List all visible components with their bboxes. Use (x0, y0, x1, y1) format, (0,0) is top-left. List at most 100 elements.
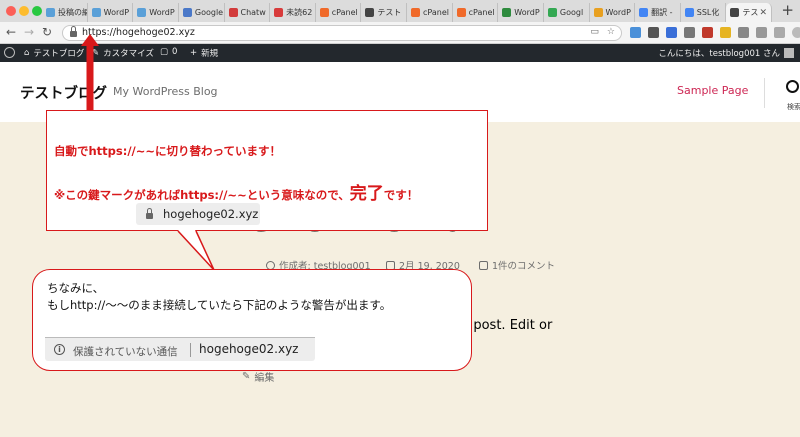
bookmark-star-icon[interactable]: ☆ (607, 27, 615, 37)
close-window-button[interactable] (6, 6, 16, 16)
back-button[interactable]: ← (6, 25, 16, 39)
comment-icon: ▢ (160, 47, 169, 57)
tab-label: WordP (149, 8, 175, 17)
tab-label: Googl (559, 8, 584, 17)
tab-label: cPanel (331, 8, 358, 17)
admin-customize-menu[interactable]: ✎ カスタマイズ (92, 47, 154, 59)
bookmark-icon (593, 8, 603, 17)
extension-icon[interactable] (720, 27, 731, 38)
callout-https-line2: ※この鍵マークがあればhttps://~~という意味なので、完了です！ (54, 179, 418, 204)
wordpress-logo-icon (4, 47, 15, 58)
callout1-tail (177, 230, 215, 271)
extension-icon[interactable] (666, 27, 677, 38)
extension-icon[interactable] (702, 27, 713, 38)
browser-tab[interactable]: テスト (361, 3, 407, 22)
info-icon: i (54, 344, 65, 355)
extension-icon[interactable] (756, 27, 767, 38)
admin-customize-label: カスタマイズ (103, 49, 154, 59)
browser-tab[interactable]: cPanel (453, 3, 499, 22)
post-comments-link[interactable]: 1件のコメント (479, 258, 555, 272)
wordpress-icon (137, 8, 147, 17)
forward-button[interactable]: → (24, 25, 34, 39)
admin-new-menu[interactable]: + 新規 (190, 47, 218, 59)
callout-https-explanation: 自動でhttps://~~に切り替わっています！ ※この鍵マークがあればhttp… (46, 110, 488, 231)
cast-icon[interactable]: ▭ (590, 27, 599, 37)
secure-url-example: hogehoge02.xyz (163, 207, 259, 221)
callout-warning-line1: ちなみに、 (47, 281, 105, 295)
browser-tab[interactable]: Googl (544, 3, 590, 22)
globe-icon (365, 8, 375, 17)
browser-tab[interactable]: WordP (590, 3, 636, 22)
admin-account-menu[interactable]: こんにちは、testblog001 さん (658, 47, 794, 59)
tab-label: 翻訳 - (651, 8, 673, 17)
edit-post-link[interactable]: ✎ 編集 (242, 369, 274, 384)
callout-https-line1: 自動でhttps://~~に切り替わっています！ (54, 144, 281, 158)
wp-menu[interactable] (4, 47, 15, 58)
address-url[interactable]: https://hogehoge02.xyz (82, 27, 195, 38)
maximize-window-button[interactable] (32, 6, 42, 16)
extension-icon[interactable] (630, 27, 641, 38)
cpanel-icon (456, 8, 466, 17)
browser-tab[interactable]: Google (179, 3, 225, 22)
reload-button[interactable]: ↻ (42, 25, 52, 39)
search-icon[interactable] (786, 80, 799, 93)
tab-label: 投稿の編 (58, 8, 88, 17)
nav-sample-page[interactable]: Sample Page (677, 84, 748, 97)
browser-tab-bar: 投稿の編 WordP WordP Google Chatw 未読62 cPanel テスト cP… (0, 0, 800, 22)
browser-tab[interactable]: Chatw (225, 3, 271, 22)
cpanel-icon (411, 8, 420, 17)
profile-avatar-icon[interactable] (792, 27, 800, 38)
post-comments-text: 1件のコメント (492, 261, 556, 272)
new-tab-button[interactable]: + (781, 1, 794, 19)
browser-tab[interactable]: WordP (133, 3, 179, 22)
tab-label: テスト (377, 8, 402, 17)
extension-icon[interactable] (774, 27, 785, 38)
cpanel-icon (319, 8, 329, 17)
header-divider (764, 78, 765, 108)
browser-tab[interactable]: 未読62 (270, 3, 316, 22)
extension-icons (630, 27, 800, 38)
tab-strip: 投稿の編 WordP WordP Google Chatw 未読62 cPanel テスト cP… (42, 3, 772, 22)
extension-icon[interactable] (738, 27, 749, 38)
browser-tab[interactable]: cPanel (407, 3, 453, 22)
browser-tab[interactable]: 投稿の編 (42, 3, 88, 22)
pencil-icon: ✎ (242, 371, 251, 382)
browser-tab[interactable]: 翻訳 - (635, 3, 681, 22)
tab-label: WordP (103, 8, 130, 17)
site-title[interactable]: テストブログ (20, 82, 107, 103)
extension-icon[interactable] (684, 27, 695, 38)
tab-label: cPanel (468, 8, 495, 17)
tab-label: SSL化 (696, 8, 720, 17)
admin-new-label: 新規 (201, 49, 219, 59)
user-avatar (784, 48, 794, 58)
close-tab-icon[interactable]: ✕ (759, 8, 767, 18)
edit-label: 編集 (254, 373, 275, 384)
minimize-window-button[interactable] (19, 6, 29, 16)
comments-count: 0 (172, 47, 178, 57)
admin-site-name: テストブログ (33, 49, 85, 59)
callout-insecure-warning: ちなみに、 もしhttp://～～のまま接続していたら下記のような警告が出ます。… (32, 269, 472, 371)
tab-label: Chatw (240, 8, 266, 17)
extension-icon[interactable] (648, 27, 659, 38)
browser-tab[interactable]: SSL化 (681, 3, 727, 22)
wordpress-icon (46, 8, 55, 17)
browser-tab[interactable]: cPanel (316, 3, 362, 22)
lock-icon[interactable] (70, 26, 77, 37)
tab-label: WordP (514, 8, 540, 17)
admin-comments-menu[interactable]: ▢ 0 (160, 47, 177, 57)
callout-line2-prefix: ※この鍵マークがあればhttps://~~という意味なので、 (54, 188, 350, 202)
tab-label: WordP (605, 8, 631, 17)
google-icon (684, 8, 694, 17)
browser-tab[interactable]: テス ✕ (726, 3, 772, 22)
insecure-url-example: hogehoge02.xyz (199, 342, 299, 356)
browser-tab[interactable]: WordP (88, 3, 134, 22)
browser-toolbar: ← → ↻ https://hogehoge02.xyz ▭ ☆ (0, 22, 800, 44)
wp-admin-bar: ⌂ テストブログ ✎ カスタマイズ ▢ 0 + 新規 こんにちは、testblo… (0, 44, 800, 62)
browser-tab[interactable]: WordP (498, 3, 544, 22)
tab-label: Google (194, 8, 224, 17)
spreadsheet-icon (502, 8, 512, 17)
search-label[interactable]: 検索 (787, 102, 800, 112)
address-bar[interactable]: https://hogehoge02.xyz ▭ ☆ (62, 25, 622, 41)
admin-site-menu[interactable]: ⌂ テストブログ (24, 47, 84, 59)
callout-line2-suffix: です！ (383, 188, 419, 202)
